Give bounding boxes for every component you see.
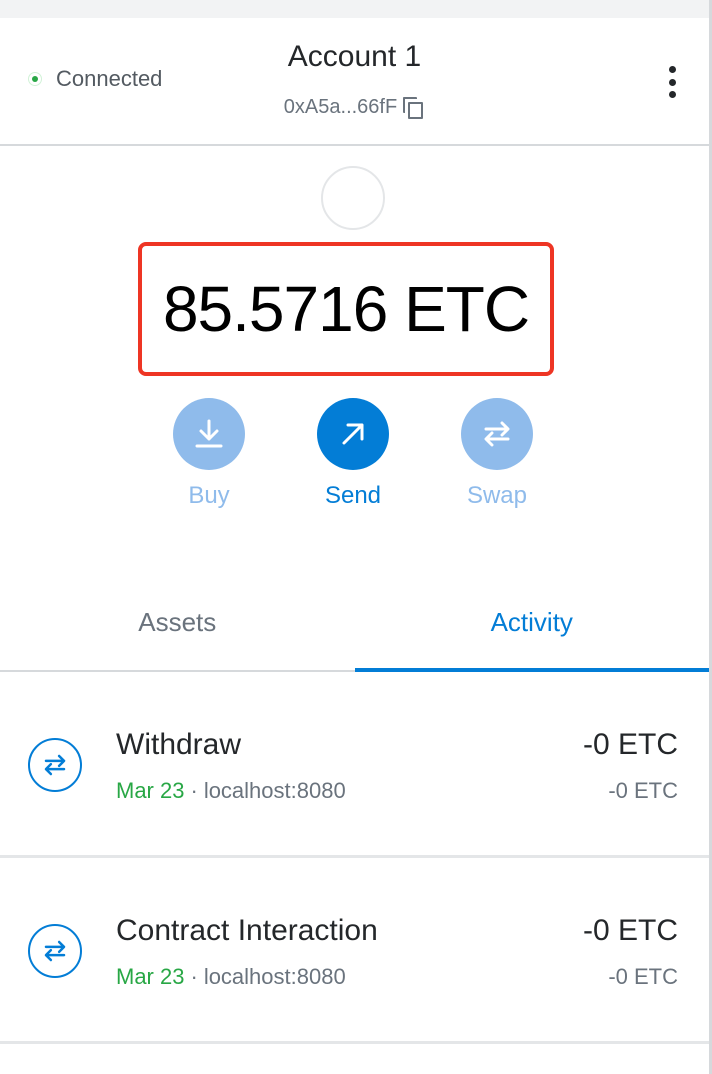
arrow-up-right-icon	[317, 398, 389, 470]
transaction-amount: -0 ETC	[582, 728, 678, 761]
transaction-separator: ·	[190, 778, 198, 803]
status-dot-icon	[28, 72, 42, 86]
tab-assets[interactable]: Assets	[0, 574, 355, 670]
transaction-meta: Mar 23 · localhost:8080	[116, 778, 346, 804]
transaction-origin: localhost:8080	[203, 964, 346, 989]
buy-label: Buy	[188, 482, 230, 509]
transaction-date: Mar 23	[116, 964, 185, 989]
browser-top-strip	[0, 0, 712, 19]
kebab-menu-icon	[668, 66, 676, 73]
transaction-separator: ·	[190, 964, 198, 989]
balance-value: 85.5716 ETC	[162, 273, 530, 345]
account-address: 0xA5a...66fF	[283, 96, 398, 118]
swap-arrows-icon	[28, 924, 82, 978]
account-options-button[interactable]	[660, 64, 684, 100]
copy-icon[interactable]	[403, 96, 425, 119]
account-address-copy[interactable]: 0xA5a...66fF	[0, 96, 709, 119]
account-avatar	[321, 166, 385, 230]
balance-highlight: 85.5716 ETC	[138, 242, 554, 376]
transaction-title: Contract Interaction	[116, 914, 378, 947]
send-label: Send	[324, 482, 382, 509]
transaction-row[interactable]: Withdraw Mar 23 · localhost:8080 -0 ETC -0…	[0, 672, 709, 858]
transaction-origin: localhost:8080	[203, 778, 346, 803]
swap-button[interactable]: Swap	[437, 398, 557, 510]
swap-arrows-icon	[461, 398, 533, 470]
send-button[interactable]: Send	[293, 398, 413, 510]
transaction-title: Withdraw	[116, 728, 242, 761]
transaction-amount: -0 ETC	[582, 914, 678, 947]
transaction-secondary-amount: -0 ETC	[608, 964, 678, 989]
transaction-secondary-amount: -0 ETC	[608, 778, 678, 803]
tab-activity[interactable]: Activity	[354, 574, 710, 672]
account-header: Connected Account 1 0xA5a...66fF	[0, 18, 709, 146]
download-icon	[173, 398, 245, 470]
transaction-date: Mar 23	[116, 778, 185, 803]
swap-arrows-icon	[28, 738, 82, 792]
account-name: Account 1	[287, 40, 422, 73]
swap-label: Swap	[466, 482, 528, 509]
transaction-meta: Mar 23 · localhost:8080	[116, 964, 346, 990]
buy-button[interactable]: Buy	[149, 398, 269, 510]
transaction-row[interactable]: Contract Interaction Mar 23 · localhost:80…	[0, 858, 709, 1044]
wallet-tabs: Assets Activity	[0, 574, 709, 672]
